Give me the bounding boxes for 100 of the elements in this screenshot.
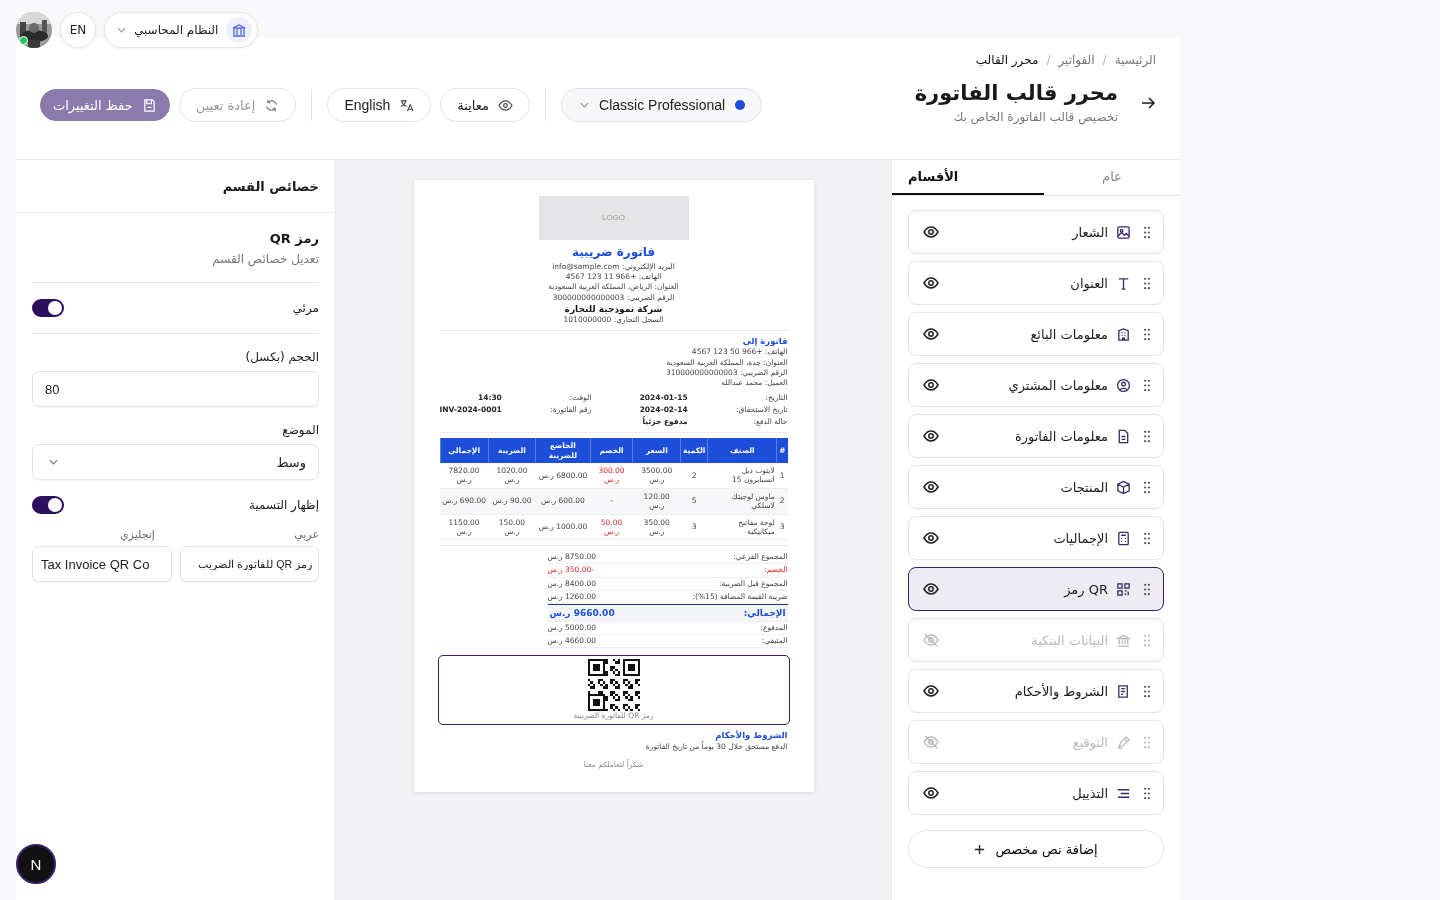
seller-name: شركة نموذجية للتجارة: [563, 302, 664, 315]
user-icon: [1116, 377, 1131, 393]
plus-icon: [974, 843, 986, 855]
system-selector[interactable]: النظام المحاسبي: [104, 12, 259, 48]
section-item[interactable]: رمز QR: [908, 567, 1164, 611]
section-item[interactable]: العنوان: [908, 261, 1164, 305]
document-icon: [1116, 428, 1131, 444]
arabic-label-input[interactable]: رمز QR للفاتورة الضريب: [179, 546, 319, 582]
breadcrumb-link[interactable]: الفواتير: [1058, 53, 1095, 67]
eye-icon[interactable]: [923, 479, 939, 495]
drag-handle-icon[interactable]: [1143, 429, 1151, 443]
drag-handle-icon[interactable]: [1143, 276, 1151, 290]
section-label: معلومات المشتري: [1008, 377, 1108, 393]
arrow-right-icon[interactable]: [1140, 94, 1156, 111]
drag-handle-icon[interactable]: [1143, 786, 1151, 800]
language-code-button[interactable]: EN: [60, 12, 96, 48]
preview-button[interactable]: معاينة: [440, 88, 531, 122]
section-label: العنوان: [1070, 275, 1108, 291]
section-label: البيانات البنكية: [1031, 632, 1108, 648]
drag-handle-icon[interactable]: [1143, 735, 1151, 749]
eye-icon[interactable]: [923, 275, 939, 291]
eye-icon[interactable]: [923, 581, 939, 597]
section-item[interactable]: معلومات المشتري: [908, 363, 1164, 407]
tab[interactable]: عام: [1044, 160, 1180, 195]
chevron-down-icon: [580, 102, 590, 108]
bill-to-title: فاتورة إلى: [741, 335, 788, 348]
dev-badge[interactable]: N: [16, 844, 56, 884]
eye-icon[interactable]: [923, 428, 939, 444]
section-item[interactable]: الشروط والأحكام: [908, 669, 1164, 713]
section-item[interactable]: معلومات الفاتورة: [908, 414, 1164, 458]
bank-icon: [226, 17, 253, 43]
drag-handle-icon[interactable]: [1143, 633, 1151, 647]
calculator-icon: [1116, 530, 1131, 546]
refresh-icon: [264, 97, 280, 113]
eye-icon[interactable]: [923, 326, 939, 342]
section-label: رمز QR: [1064, 581, 1108, 597]
qr-code: [587, 659, 640, 712]
drag-handle-icon[interactable]: [1143, 225, 1151, 239]
eye-icon[interactable]: [923, 683, 939, 699]
section-item[interactable]: التذييل: [908, 771, 1164, 815]
terms-title: الشروط والأحكام: [714, 730, 788, 742]
pen-icon: [1116, 734, 1131, 750]
total-label: الإجمالي:: [743, 606, 786, 619]
breadcrumb-link[interactable]: محرر القالب: [975, 53, 1039, 67]
tab[interactable]: الأقسام: [892, 160, 1044, 195]
field-label: الحجم (بكسل): [244, 350, 319, 364]
eye-icon[interactable]: [923, 377, 939, 393]
qr-icon: [1116, 581, 1131, 597]
page-title: محرر قالب الفاتورة: [914, 81, 1118, 105]
field-label: إنجليزي: [119, 528, 156, 541]
logo-label: LOGO: [601, 212, 626, 224]
position-select[interactable]: وسط: [32, 444, 319, 480]
building-icon: [1116, 326, 1131, 342]
section-label: معلومات البائع: [1030, 326, 1108, 342]
breadcrumb-separator: /: [1046, 53, 1051, 67]
text-icon: [1116, 275, 1131, 291]
label-toggle[interactable]: [32, 496, 64, 514]
breadcrumb-separator: /: [1102, 53, 1107, 67]
drag-handle-icon[interactable]: [1143, 531, 1151, 545]
drag-handle-icon[interactable]: [1143, 684, 1151, 698]
breadcrumb-link[interactable]: الرئيسية: [1114, 53, 1156, 67]
visibility-toggle[interactable]: [32, 299, 64, 317]
chevron-down-icon: [117, 27, 126, 33]
field-label: الموضع: [281, 423, 319, 437]
section-label: الشعار: [1072, 224, 1108, 240]
drag-handle-icon[interactable]: [1143, 582, 1151, 596]
eye-icon[interactable]: [923, 530, 939, 546]
eye-icon[interactable]: [923, 224, 939, 240]
field-label: مرئي: [292, 301, 319, 315]
panel-title: خصائص القسم: [16, 160, 335, 213]
save-icon: [141, 97, 157, 113]
section-item[interactable]: المنتجات: [908, 465, 1164, 509]
invoice-title: فاتورة ضريبية: [570, 244, 657, 261]
image-icon: [1116, 224, 1131, 240]
drag-handle-icon[interactable]: [1143, 480, 1151, 494]
add-text-button[interactable]: إضافة نص مخصص: [908, 830, 1164, 868]
field-label: إظهار التسمية: [249, 498, 319, 512]
size-input[interactable]: 80: [32, 371, 319, 407]
section-label: الشروط والأحكام: [1014, 683, 1108, 699]
language-button[interactable]: English: [327, 88, 432, 122]
section-label: معلومات الفاتورة: [1014, 428, 1108, 444]
section-item[interactable]: معلومات البائع: [908, 312, 1164, 356]
section-item[interactable]: الإجماليات: [908, 516, 1164, 560]
section-label: المنتجات: [1060, 479, 1108, 495]
section-item[interactable]: الشعار: [908, 210, 1164, 254]
list-icon: [1116, 683, 1131, 699]
eye-icon: [498, 97, 514, 113]
field-label: عربي: [293, 528, 319, 541]
section-title: رمز QR: [268, 231, 319, 246]
drag-handle-icon[interactable]: [1143, 327, 1151, 341]
box-icon: [1116, 479, 1131, 495]
page-subtitle: تخصيص قالب الفاتورة الخاص بك: [953, 110, 1118, 124]
section-label: التوقيع: [1072, 734, 1108, 750]
drag-handle-icon[interactable]: [1143, 378, 1151, 392]
english-label-input[interactable]: Tax Invoice QR Co: [32, 546, 172, 582]
total-value: 9660.00 ر.س: [549, 606, 615, 619]
template-select[interactable]: Classic Professional: [561, 88, 763, 122]
eye-icon[interactable]: [923, 785, 939, 801]
translate-icon: [399, 97, 415, 113]
section-label: التذييل: [1072, 785, 1108, 801]
